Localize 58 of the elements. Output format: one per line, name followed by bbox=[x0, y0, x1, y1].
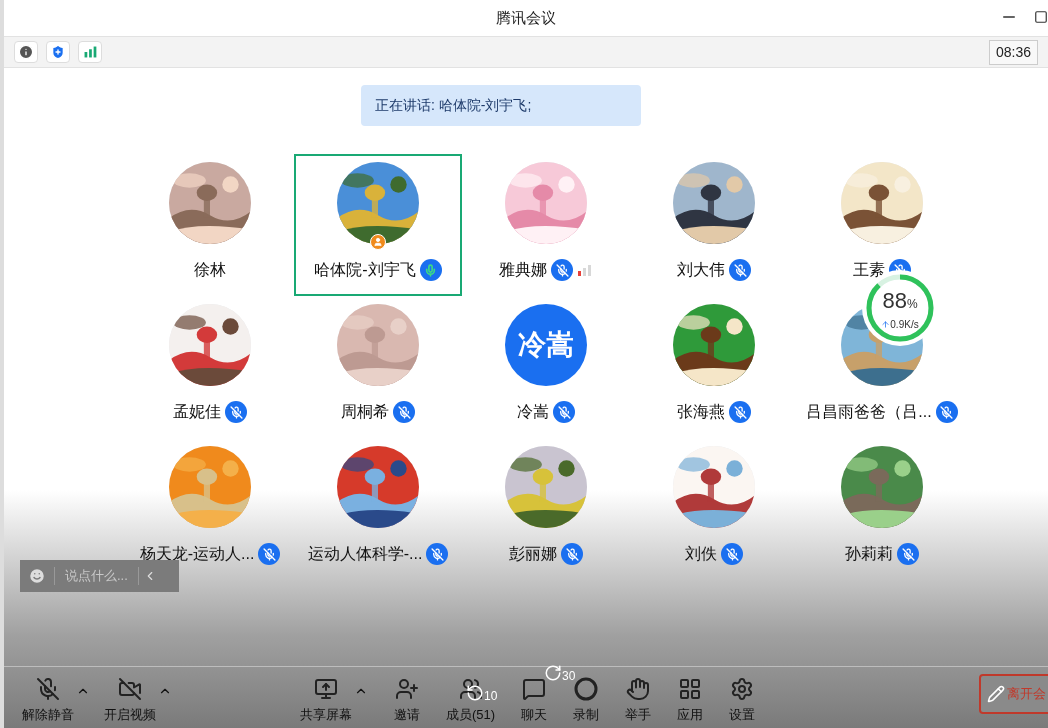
toolbar-button[interactable]: 解除静音 bbox=[18, 676, 94, 724]
participant-tile[interactable]: 孙莉莉 bbox=[798, 438, 966, 580]
participant-tile[interactable]: 刘佚 bbox=[630, 438, 798, 580]
participant-name: 刘大伟 bbox=[677, 260, 725, 280]
video-off-icon bbox=[118, 676, 142, 701]
participant-tile[interactable]: 运动人体科学-... bbox=[294, 438, 462, 580]
participant-tile[interactable]: 徐林 bbox=[126, 154, 294, 296]
muted-mic-icon bbox=[36, 676, 60, 701]
participant-tile[interactable]: 孟妮佳 bbox=[126, 296, 294, 438]
toolbar-button[interactable]: 共享屏幕 bbox=[296, 676, 372, 724]
participant-name: 徐林 bbox=[194, 260, 226, 280]
emoji-icon[interactable] bbox=[28, 567, 46, 585]
participant-name: 运动人体科学-... bbox=[307, 544, 423, 564]
rewind-button[interactable]: 10 bbox=[466, 684, 498, 702]
participant-name: 哈体院-刘宇飞 bbox=[314, 260, 416, 280]
participant-name: 孙莉莉 bbox=[845, 544, 893, 564]
settings-icon bbox=[730, 676, 755, 701]
toolbar-button[interactable]: 开启视频 bbox=[100, 676, 176, 724]
apps-icon bbox=[678, 676, 703, 701]
participant-name: 王素 bbox=[853, 260, 885, 280]
participant-name: 吕昌雨爸爸（吕... bbox=[806, 402, 932, 422]
info-icon[interactable] bbox=[14, 41, 38, 63]
participant-name: 张海燕 bbox=[677, 402, 725, 422]
share-screen-icon bbox=[314, 676, 338, 701]
percent-unit: % bbox=[906, 297, 918, 313]
participant-tile[interactable]: 哈体院-刘宇飞 bbox=[294, 154, 462, 296]
maximize-icon[interactable] bbox=[1034, 10, 1048, 24]
toolbar-button[interactable]: 应用 bbox=[673, 676, 708, 724]
participant-tile[interactable]: 刘大伟 bbox=[630, 154, 798, 296]
hand-icon bbox=[626, 676, 651, 701]
signal-icon[interactable] bbox=[78, 41, 102, 63]
toolbar-button[interactable]: 邀请 bbox=[390, 676, 424, 724]
network-percent: 88 bbox=[882, 287, 907, 315]
members-icon bbox=[458, 676, 483, 701]
participant-name: 孟妮佳 bbox=[173, 402, 221, 422]
meeting-time: 08:36 bbox=[988, 39, 1038, 65]
security-icon[interactable] bbox=[46, 41, 70, 63]
participant-tile[interactable]: 雅典娜 bbox=[462, 154, 630, 296]
participant-name: 周桐希 bbox=[341, 402, 389, 422]
participant-tile[interactable]: 张海燕 bbox=[630, 296, 798, 438]
toolbar-button[interactable]: 举手 bbox=[621, 676, 656, 724]
participant-name: 冷嵩 bbox=[517, 402, 549, 422]
participant-name: 刘佚 bbox=[685, 544, 717, 564]
window-title: 腾讯会议 bbox=[496, 7, 556, 28]
participant-tile[interactable]: 冷嵩 冷嵩 bbox=[462, 296, 630, 438]
avatar-initials: 冷嵩 bbox=[518, 328, 574, 362]
pen-icon bbox=[987, 685, 1005, 703]
participant-name: 彭丽娜 bbox=[509, 544, 557, 564]
participant-tile[interactable]: 彭丽娜 bbox=[462, 438, 630, 580]
speaking-banner: 正在讲话: 哈体院-刘宇飞; bbox=[361, 85, 641, 126]
toolbar-button[interactable]: 设置 bbox=[725, 676, 760, 724]
add-user-icon bbox=[395, 676, 419, 701]
upload-icon bbox=[881, 320, 891, 329]
participant-name: 雅典娜 bbox=[499, 260, 547, 280]
chat-icon bbox=[522, 676, 547, 701]
upload-speed: 0.9K/s bbox=[890, 318, 919, 332]
record-icon bbox=[574, 676, 599, 701]
participant-tile[interactable]: 周桐希 bbox=[294, 296, 462, 438]
